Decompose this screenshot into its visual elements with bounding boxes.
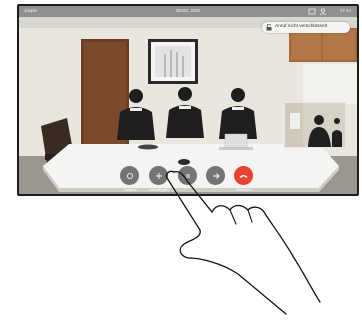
camera-button[interactable]	[120, 166, 139, 185]
self-view[interactable]	[284, 102, 346, 148]
status-bar: Jaspin 38180, 2001 17:44	[19, 6, 357, 17]
notice-text: Anruf nicht verschlüsselt	[275, 24, 327, 29]
layout-icons[interactable]	[307, 7, 329, 16]
hand-pointer-illustration	[165, 170, 321, 315]
camera-icon	[126, 172, 133, 179]
unlock-icon	[266, 24, 272, 31]
self-view-video	[285, 103, 345, 147]
status-time: 17:44	[339, 8, 351, 13]
encryption-notice: Anruf nicht verschlüsselt	[262, 22, 350, 33]
